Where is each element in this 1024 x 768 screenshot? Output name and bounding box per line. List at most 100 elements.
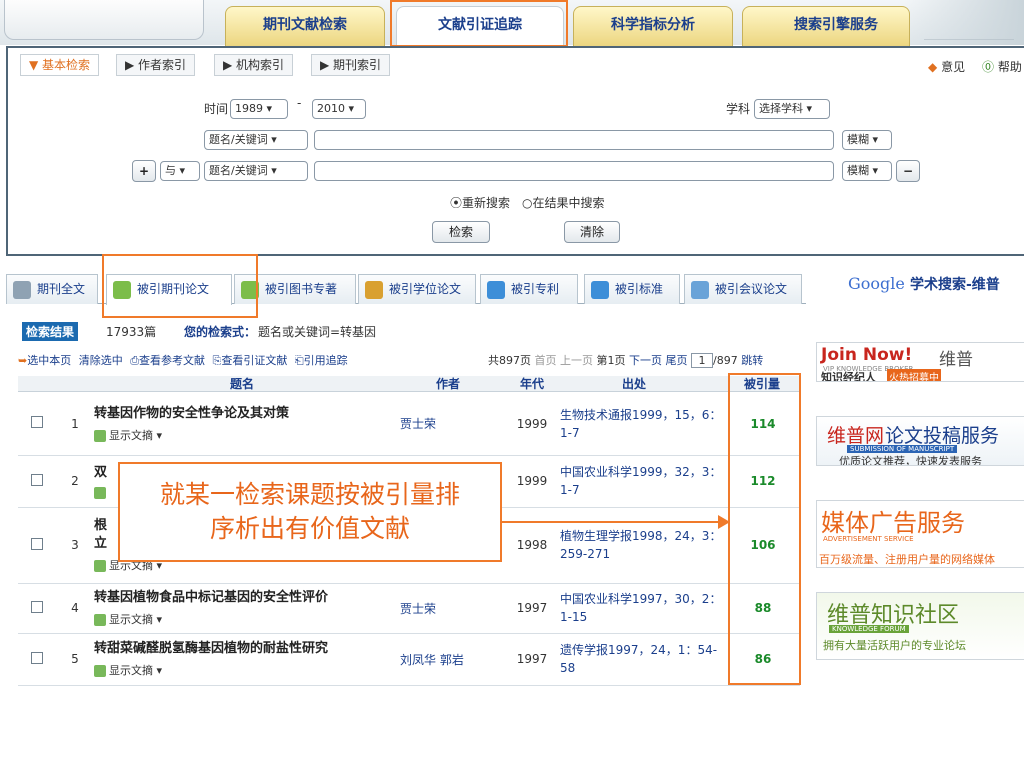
view-citations-link[interactable]: 查看引证文献 — [221, 354, 287, 367]
search-tab-author-index[interactable]: ▶ 作者索引 — [116, 54, 196, 76]
help-link[interactable]: ⓪ 帮助 — [982, 58, 1022, 75]
tab-cited-theses[interactable]: 被引学位论文 — [358, 274, 476, 304]
keyword-input-1[interactable] — [314, 130, 834, 150]
thesis-icon — [365, 281, 383, 299]
radio-empty-icon: ○ — [522, 196, 533, 210]
match-select-2[interactable]: 模糊 ▾ — [842, 161, 892, 181]
row-title[interactable]: 转甜菜碱醛脱氢酶基因植物的耐盐性研究 — [94, 640, 400, 658]
google-scholar-link[interactable]: Google 学术搜索-维普 — [848, 274, 1024, 298]
pager-first[interactable]: 首页 — [535, 354, 557, 367]
row-title[interactable]: 转基因作物的安全性争论及其对策 — [94, 405, 400, 423]
row-source[interactable]: 遗传学报1997，24，1：54-58 — [560, 633, 726, 686]
row-source[interactable]: 生物技术通报1999，15，6：1-7 — [560, 393, 726, 456]
tab-cited-patents[interactable]: 被引专利 — [480, 274, 578, 304]
ad4-sub: KNOWLEDGE FORUM — [829, 625, 909, 633]
abstract-icon — [94, 665, 106, 677]
query-text: 题名或关键词=转基因 — [258, 325, 377, 339]
result-count: 17933篇 — [106, 325, 157, 339]
table-row: 1 转基因作物的安全性争论及其对策 显示文摘 ▾ 贾士荣 1999 生物技术通报1… — [18, 393, 800, 456]
radio-search-in-results[interactable]: ○在结果中搜索 — [522, 194, 605, 211]
pager-current: 第1页 — [596, 354, 626, 367]
clear-button[interactable]: 清除 — [564, 221, 620, 243]
table-header: 题名 作者 年代 出处 被引量 — [18, 376, 800, 392]
row-title[interactable]: 转基因植物食品中标记基因的安全性评价 — [94, 589, 400, 607]
tab-cited-standards[interactable]: 被引标准 — [584, 274, 680, 304]
logic-select[interactable]: 与 ▾ — [160, 161, 200, 181]
google-logo: Google — [848, 274, 905, 293]
show-abstract-button[interactable]: 显示文摘 ▾ — [94, 427, 400, 443]
pager: 共897页 首页 上一页 第1页 下一页 尾页 1/897 跳转 — [488, 352, 818, 370]
row-number: 4 — [56, 583, 94, 634]
row-source[interactable]: 中国农业科学1999，32，3：1-7 — [560, 455, 726, 508]
add-row-button[interactable]: + — [132, 160, 156, 182]
show-abstract-button[interactable]: 显示文摘 ▾ — [94, 662, 400, 678]
nav-tab-search-engine[interactable]: 搜索引擎服务 — [742, 6, 910, 46]
row-checkbox[interactable] — [31, 600, 43, 613]
ad3-sub: ADVERTISEMENT SERVICE — [823, 535, 914, 543]
field-select-2[interactable]: 题名/关键词 ▾ — [204, 161, 308, 181]
year-from-select[interactable]: 1989 ▾ — [230, 99, 288, 119]
year-to-select[interactable]: 2010 ▾ — [312, 99, 366, 119]
feedback-link[interactable]: ◆ 意见 — [928, 58, 965, 75]
row-checkbox[interactable] — [31, 651, 43, 664]
subject-select[interactable]: 选择学科 ▾ — [754, 99, 830, 119]
year-dash: - — [297, 96, 302, 110]
page-number-input[interactable]: 1 — [691, 353, 713, 368]
tab-full-text[interactable]: 期刊全文 — [6, 274, 98, 304]
field-select-1[interactable]: 题名/关键词 ▾ — [204, 130, 308, 150]
journal-icon — [13, 281, 31, 299]
ad-knowledge-forum[interactable]: 维普知识社区 KNOWLEDGE FORUM 拥有大量活跃用户的专业论坛 — [816, 592, 1024, 660]
view-references-link[interactable]: 查看参考文献 — [139, 354, 205, 367]
pager-go-button[interactable]: 跳转 — [741, 354, 763, 367]
pager-prev[interactable]: 上一页 — [560, 354, 593, 367]
ad2-title-a: 维普网 — [827, 425, 885, 447]
row-checkbox[interactable] — [31, 537, 43, 550]
time-label: 时间 — [204, 102, 229, 116]
remove-row-button[interactable]: − — [896, 160, 920, 182]
ad3-line: 百万级流量、注册用户量的网络媒体 — [819, 553, 995, 566]
header-decoration — [904, 0, 1024, 45]
row-number: 5 — [56, 633, 94, 686]
nav-tab-science-indicators[interactable]: 科学指标分析 — [573, 6, 733, 46]
nav-tab-journal-search[interactable]: 期刊文献检索 — [225, 6, 385, 46]
conference-icon — [691, 281, 709, 299]
tab-cited-conference[interactable]: 被引会议论文 — [684, 274, 802, 304]
ad1-title: Join Now! — [821, 345, 913, 365]
abstract-icon — [94, 560, 106, 572]
search-tab-basic[interactable]: ▼ 基本检索 — [20, 54, 100, 76]
pager-next[interactable]: 下一页 — [629, 354, 662, 367]
query-label: 您的检索式： — [184, 325, 257, 339]
row-author[interactable]: 刘凤华 郭岩 — [400, 633, 504, 686]
clear-selection-link[interactable]: 清除选中 — [79, 354, 123, 367]
pager-last[interactable]: 尾页 — [666, 354, 688, 367]
keyword-input-2[interactable] — [314, 161, 834, 181]
feedback-icon: ◆ — [928, 60, 938, 74]
help-icon: ⓪ — [982, 60, 995, 74]
ad1-tag: 火热招募中 — [887, 369, 941, 381]
col-title: 题名 — [230, 377, 255, 391]
row-author[interactable]: 贾士荣 — [400, 583, 504, 634]
ad1-line: 知识经纪人 — [821, 371, 876, 382]
ad-knowledge-broker[interactable]: Join Now! 维普 VIP KNOWLEDGE BROKER 知识经纪人 … — [816, 342, 1024, 382]
search-tab-org-index[interactable]: ▶ 机构索引 — [214, 54, 294, 76]
search-tab-journal-index[interactable]: ▶ 期刊索引 — [311, 54, 391, 76]
table-row: 5 转甜菜碱醛脱氢酶基因植物的耐盐性研究 显示文摘 ▾ 刘凤华 郭岩 1997 遗… — [18, 633, 800, 686]
ad-submission-service[interactable]: 维普网 论文投稿服务 SUBMISSION OF MANUSCRIPT 优质论文… — [816, 416, 1024, 466]
callout-line-2: 序析出有价值文献 — [209, 514, 410, 543]
row-checkbox[interactable] — [31, 416, 43, 429]
match-select-1[interactable]: 模糊 ▾ — [842, 130, 892, 150]
ad-media-advertising[interactable]: 媒体广告服务 ADVERTISEMENT SERVICE 百万级流量、注册用户量… — [816, 500, 1024, 568]
show-abstract-button[interactable]: 显示文摘 ▾ — [94, 611, 400, 627]
select-page-link[interactable]: 选中本页 — [27, 354, 71, 367]
row-author[interactable]: 贾士荣 — [400, 393, 504, 456]
logo-area — [4, 0, 204, 40]
citation-tracking-link[interactable]: 引用追踪 — [304, 354, 348, 367]
ad3-title: 媒体广告服务 — [821, 509, 965, 537]
subject-label: 学科 — [726, 102, 751, 116]
row-checkbox[interactable] — [31, 473, 43, 486]
search-button[interactable]: 检索 — [432, 221, 490, 243]
radio-new-search[interactable]: ⦿重新搜索 — [450, 194, 510, 211]
radio-checked-icon: ⦿ — [450, 196, 463, 210]
row-year: 1997 — [504, 583, 560, 634]
row-source[interactable]: 中国农业科学1997，30，2：1-15 — [560, 583, 726, 634]
